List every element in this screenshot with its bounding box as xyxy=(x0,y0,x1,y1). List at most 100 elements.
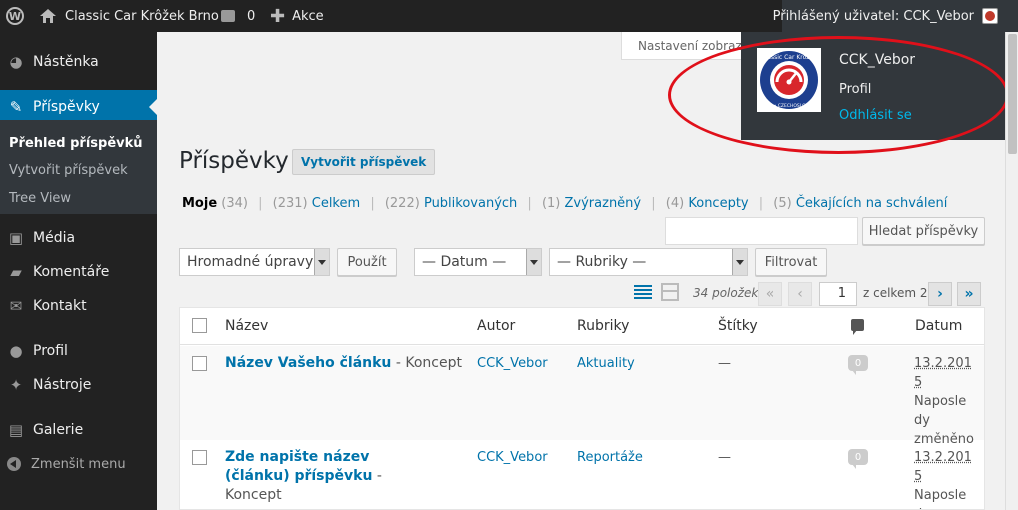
submenu-add-new[interactable]: Vytvořit příspěvek xyxy=(9,163,128,178)
row-checkbox[interactable] xyxy=(192,356,207,371)
comments-count: 0 xyxy=(247,8,256,24)
post-author-link[interactable]: CCK_Vebor xyxy=(477,356,548,371)
home-icon[interactable] xyxy=(40,0,56,32)
table-header: Název Autor Rubriky Štítky Datum xyxy=(180,308,984,345)
comments-column-icon[interactable] xyxy=(851,319,864,335)
posts-table: Název Autor Rubriky Štítky Datum Název V… xyxy=(179,307,985,510)
sidebar-item-tools[interactable]: ✦ Nástroje xyxy=(0,368,157,402)
gallery-icon: ▤ xyxy=(8,421,24,439)
sidebar-item-contact[interactable]: ✉ Kontakt xyxy=(0,289,157,323)
comments-link[interactable]: 0 xyxy=(221,0,255,32)
post-title-link[interactable]: Název Vašeho článku - Koncept xyxy=(225,354,465,373)
sidebar-item-posts[interactable]: ✎ Příspěvky xyxy=(0,90,157,124)
comment-count-bubble[interactable]: 0 xyxy=(848,449,868,469)
apply-button[interactable]: Použít xyxy=(337,248,397,276)
select-all-checkbox[interactable] xyxy=(192,318,207,333)
page-title: Příspěvky xyxy=(179,148,289,174)
post-author-link[interactable]: CCK_Vebor xyxy=(477,450,548,465)
comment-icon: ▰ xyxy=(10,263,22,281)
add-new-post-button[interactable]: Vytvořit příspěvek xyxy=(292,149,436,175)
filter-drafts-count: (4) xyxy=(665,196,685,211)
sidebar-item-label: Nástroje xyxy=(33,377,92,393)
column-date[interactable]: Datum xyxy=(915,318,962,334)
post-title[interactable]: Název Vašeho článku xyxy=(225,355,391,371)
post-tags: — xyxy=(718,356,731,371)
sidebar-item-label: Kontakt xyxy=(33,298,87,314)
filter-all[interactable]: Celkem xyxy=(312,196,360,211)
column-author: Autor xyxy=(477,318,516,334)
prev-page-button: ‹ xyxy=(788,282,812,306)
sidebar-item-label: Komentáře xyxy=(33,264,110,280)
column-title[interactable]: Název xyxy=(225,318,268,334)
dashboard-icon: ◕ xyxy=(9,53,23,71)
sidebar-item-gallery[interactable]: ▤ Galerie xyxy=(0,413,157,447)
post-date: 13.2.2015 Naposledy změněno xyxy=(914,354,974,449)
account-dropdown: Classic Car Krôžek BRNO • CZECHOSLOVAKIA… xyxy=(741,32,1005,140)
post-title[interactable]: Zde napište název (článku) příspěvku xyxy=(225,449,372,484)
new-content-label: Akce xyxy=(292,8,324,24)
sidebar-item-label: Profil xyxy=(33,343,68,359)
screen-options-tab[interactable]: Nastavení zobrazení xyxy=(621,32,751,60)
excerpt-view-icon[interactable] xyxy=(661,283,679,301)
last-page-button[interactable]: » xyxy=(957,282,981,306)
submenu-tree-view[interactable]: Tree View xyxy=(9,191,71,206)
search-input[interactable] xyxy=(665,217,858,245)
bulk-actions-value: Hromadné úpravy xyxy=(187,254,314,270)
list-view-icon[interactable] xyxy=(634,283,652,301)
filter-published-count: (222) xyxy=(384,196,420,211)
logout-link[interactable]: Odhlásit se xyxy=(839,108,912,123)
wrench-icon: ✦ xyxy=(9,376,23,394)
date-filter-select[interactable]: — Datum — xyxy=(414,248,542,276)
post-title-link[interactable]: Zde napište název (článku) příspěvku - K… xyxy=(225,448,425,505)
filter-published[interactable]: Publikovaných xyxy=(424,196,517,211)
next-page-button[interactable]: › xyxy=(928,282,952,306)
admin-bar: W Classic Car Krôžek Brno 0 ✚ Akce Přihl… xyxy=(0,0,1018,32)
sidebar-item-profile[interactable]: ● Profil xyxy=(0,334,157,368)
filter-sticky[interactable]: Zvýrazněný xyxy=(565,196,642,211)
filter-pending[interactable]: Čekajících na schválení xyxy=(796,196,947,211)
search-posts-button[interactable]: Hledat příspěvky xyxy=(862,217,985,245)
sidebar-item-label: Nástěnka xyxy=(33,54,99,70)
svg-text:BRNO • CZECHOSLOVAKIA: BRNO • CZECHOSLOVAKIA xyxy=(759,103,820,109)
mail-icon: ✉ xyxy=(9,297,23,315)
pin-icon: ✎ xyxy=(9,98,23,116)
account-menu[interactable]: Přihlášený uživatel: CCK_Vebor xyxy=(773,0,998,32)
sidebar-item-comments[interactable]: ▰ Komentáře xyxy=(0,255,157,289)
wordpress-logo-icon[interactable]: W xyxy=(6,0,28,32)
svg-text:Classic Car Krôžek: Classic Car Krôžek xyxy=(761,54,817,61)
account-display-name[interactable]: CCK_Vebor xyxy=(839,52,915,68)
submenu-all-posts[interactable]: Přehled příspěvků xyxy=(9,136,143,151)
new-content-link[interactable]: ✚ Akce xyxy=(270,0,324,32)
chevron-down-icon xyxy=(526,249,541,275)
edit-profile-link[interactable]: Profil xyxy=(839,82,871,97)
avatar-icon xyxy=(982,8,998,24)
scrollbar-thumb[interactable] xyxy=(1008,34,1017,154)
site-name-link[interactable]: Classic Car Krôžek Brno xyxy=(65,0,219,32)
sidebar-item-media[interactable]: ▣ Média xyxy=(0,221,157,255)
table-row: Zde napište název (článku) příspěvku - K… xyxy=(180,440,984,509)
posts-submenu: Přehled příspěvků Vytvořit příspěvek Tre… xyxy=(0,120,157,214)
filter-mine[interactable]: Moje xyxy=(182,196,217,211)
user-avatar[interactable]: Classic Car Krôžek BRNO • CZECHOSLOVAKIA xyxy=(757,48,821,112)
row-checkbox[interactable] xyxy=(192,450,207,465)
first-page-button: « xyxy=(758,282,782,306)
filter-button[interactable]: Filtrovat xyxy=(755,248,827,276)
post-category-link[interactable]: Reportáže xyxy=(577,450,643,465)
table-row: Název Vašeho článku - Koncept CCK_Vebor … xyxy=(180,346,984,447)
post-tags: — xyxy=(718,450,731,465)
comment-count-bubble[interactable]: 0 xyxy=(848,355,868,375)
collapse-arrow-icon xyxy=(7,457,21,471)
current-page-input[interactable]: 1 xyxy=(819,282,857,306)
sidebar-item-label: Média xyxy=(33,230,76,246)
user-icon: ● xyxy=(9,342,23,360)
post-category-link[interactable]: Aktuality xyxy=(577,356,635,371)
total-pages: z celkem 2 xyxy=(863,286,928,300)
date-filter-value: — Datum — xyxy=(422,254,507,270)
bulk-actions-select[interactable]: Hromadné úpravy xyxy=(179,248,330,276)
category-filter-select[interactable]: — Rubriky — xyxy=(549,248,748,276)
sidebar-item-label: Příspěvky xyxy=(33,99,100,115)
filter-drafts[interactable]: Koncepty xyxy=(688,196,748,211)
page-scrollbar[interactable] xyxy=(1005,32,1018,510)
sidebar-item-dashboard[interactable]: ◕ Nástěnka xyxy=(0,45,157,79)
collapse-menu-button[interactable]: Zmenšit menu xyxy=(0,452,157,476)
